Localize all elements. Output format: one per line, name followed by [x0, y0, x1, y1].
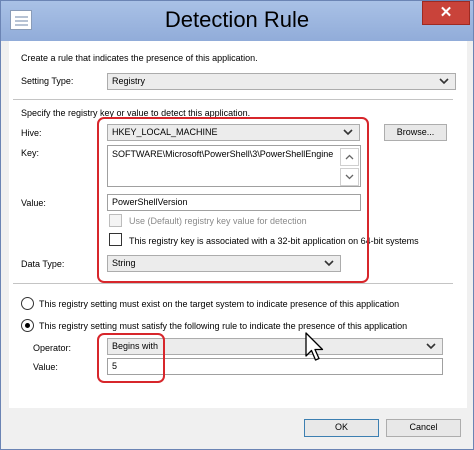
registry-highlight-box	[97, 117, 369, 283]
rule-highlight-box	[97, 333, 165, 383]
radio-selected-dot	[25, 323, 30, 328]
cancel-button[interactable]: Cancel	[386, 419, 461, 437]
setting-type-dropdown[interactable]: Registry	[107, 73, 456, 90]
key-label: Key:	[21, 148, 40, 158]
setting-type-value: Registry	[112, 76, 146, 86]
browse-button[interactable]: Browse...	[384, 124, 447, 141]
title-bar[interactable]: Detection Rule ✕	[1, 1, 473, 41]
setting-type-label: Setting Type:	[21, 76, 74, 86]
exist-rule-label: This registry setting must exist on the …	[39, 299, 400, 309]
detection-rule-dialog: Detection Rule ✕ Create a rule that indi…	[0, 0, 474, 450]
chevron-down-icon	[439, 78, 449, 85]
data-type-label: Data Type:	[21, 259, 65, 269]
button-bar: OK Cancel	[9, 408, 467, 443]
section-divider	[13, 99, 453, 100]
chevron-down-icon	[426, 343, 436, 350]
operator-label: Operator:	[33, 343, 72, 353]
satisfy-rule-label: This registry setting must satisfy the f…	[39, 321, 408, 331]
dialog-body: Create a rule that indicates the presenc…	[9, 41, 467, 443]
ok-button[interactable]: OK	[304, 419, 379, 437]
intro-text: Create a rule that indicates the presenc…	[21, 53, 258, 63]
hive-label: Hive:	[21, 128, 42, 138]
window-title: Detection Rule	[164, 7, 310, 32]
value-label: Value:	[21, 198, 46, 208]
satisfy-rule-radio[interactable]	[21, 319, 34, 332]
rule-value-label: Value:	[33, 362, 58, 372]
close-button[interactable]: ✕	[422, 1, 470, 25]
mouse-pointer-icon	[305, 332, 324, 361]
exist-rule-radio[interactable]	[21, 297, 34, 310]
section-divider	[13, 283, 453, 284]
